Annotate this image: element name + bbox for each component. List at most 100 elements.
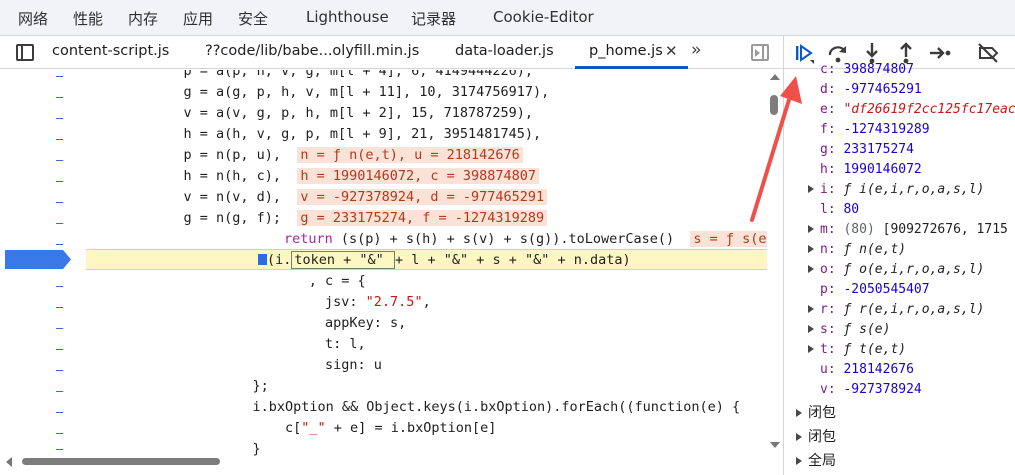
gutter-marker[interactable]: –: [56, 132, 63, 146]
expand-caret-icon[interactable]: [808, 265, 814, 273]
gutter-marker[interactable]: –: [56, 195, 63, 209]
inline-value: g = 233175274, f = -1274319289: [297, 210, 548, 226]
code-line: g = n(g, f); g = 233175274, f = -1274319…: [86, 208, 767, 229]
scope-variable-c[interactable]: c: 398874807: [820, 60, 914, 80]
file-tab-p-home[interactable]: p_home.js: [589, 43, 663, 59]
inline-value: s = ƒ s(e): [690, 231, 778, 247]
file-tab-content-script[interactable]: content-script.js: [52, 43, 169, 59]
scope-variable-l[interactable]: l: 80: [820, 200, 859, 220]
tab-security[interactable]: 安全: [238, 8, 268, 29]
deactivate-breakpoints-icon[interactable]: [976, 41, 1000, 65]
tab-cookie-editor[interactable]: Cookie-Editor: [493, 8, 594, 26]
tab-memory[interactable]: 内存: [128, 8, 158, 29]
file-tab-polyfill[interactable]: ??code/lib/babe...olyfill.min.js: [205, 43, 419, 59]
code-line: sign: u: [260, 357, 382, 373]
scope-variable-v[interactable]: v: -927378924: [820, 380, 922, 400]
expand-caret-icon[interactable]: [796, 433, 802, 441]
scope-variable-r[interactable]: r: ƒ r(e,i,r,o,a,s,l): [808, 300, 984, 320]
debugger-sidebar: c: 398874807 d: -977465291 e: "df26619f2…: [783, 36, 1015, 475]
scope-section-global[interactable]: 全局: [796, 450, 836, 472]
code-line: g = a(g, p, h, v, m[l + 11], 10, 3174756…: [86, 84, 550, 100]
code-line: p = a(p, h, v, g, m[l + 4], 6, 414944422…: [86, 70, 534, 79]
scroll-down-icon[interactable]: [770, 442, 780, 448]
more-tabs-icon[interactable]: ››: [691, 40, 701, 60]
code-line: }: [220, 441, 261, 457]
code-line: , c = {: [260, 273, 366, 289]
expand-caret-icon[interactable]: [808, 305, 814, 313]
step-icon[interactable]: [928, 41, 952, 65]
gutter-marker[interactable]: –: [56, 237, 63, 251]
scope-variable-s[interactable]: s: ƒ s(e): [808, 320, 890, 340]
tab-recorder[interactable]: 记录器: [411, 8, 456, 29]
scope-variable-u[interactable]: u: 218142676: [820, 360, 914, 380]
scope-variable-h[interactable]: h: 1990146072: [820, 160, 922, 180]
execution-line-marker[interactable]: [5, 250, 71, 269]
code-line: h = n(h, c), h = 1990146072, c = 3988748…: [86, 166, 767, 187]
scope-variable-i[interactable]: i: ƒ i(e,i,r,o,a,s,l): [808, 180, 984, 200]
inline-value: v = -927378924, d = -977465291: [297, 189, 548, 205]
code-line: jsv: "2.7.5",: [260, 294, 431, 310]
tab-application[interactable]: 应用: [183, 8, 213, 29]
inline-value: h = 1990146072, c = 398874807: [297, 168, 540, 184]
scope-variable-o[interactable]: o: ƒ o(e,i,r,o,a,s,l): [808, 260, 984, 280]
gutter-marker[interactable]: –: [56, 442, 63, 456]
gutter-marker[interactable]: –: [56, 321, 63, 335]
annotation-arrow-icon: [750, 76, 802, 222]
expand-caret-icon[interactable]: [796, 409, 802, 417]
gutter-marker[interactable]: –: [56, 90, 63, 104]
close-icon[interactable]: ✕: [665, 42, 678, 60]
expand-caret-icon[interactable]: [808, 345, 814, 353]
scope-variable-g[interactable]: g: 233175274: [820, 140, 914, 160]
line-gutter[interactable]: – – – – – – – – – – – – – – – – – –: [0, 70, 84, 475]
code-editor[interactable]: – – – – – – – – – – – – – – – – – – p = …: [0, 70, 783, 475]
tab-network[interactable]: 网络: [18, 8, 48, 29]
pause-location-icon: [258, 254, 267, 265]
code-line: t: l,: [260, 336, 366, 352]
expand-caret-icon[interactable]: [808, 245, 814, 253]
expand-caret-icon[interactable]: [808, 325, 814, 333]
editor-tab-strip: content-script.js ??code/lib/babe...olyf…: [0, 36, 783, 69]
code-line: v = n(v, d), v = -927378924, d = -977465…: [86, 187, 767, 208]
gutter-marker[interactable]: –: [56, 363, 63, 377]
gutter-marker[interactable]: –: [56, 384, 63, 398]
devtools-panel-tabs: 网络 性能 内存 应用 安全 Lighthouse 记录器 Cookie-Edi…: [0, 0, 1015, 36]
expand-caret-icon[interactable]: [796, 457, 802, 465]
active-tab-indicator: [575, 66, 688, 69]
tab-lighthouse[interactable]: Lighthouse: [306, 8, 389, 26]
scope-variable-p[interactable]: p: -2050545407: [820, 280, 930, 300]
scope-variable-t[interactable]: t: ƒ t(e,t): [808, 340, 906, 360]
scroll-left-icon[interactable]: [6, 457, 12, 467]
gutter-marker[interactable]: –: [56, 279, 63, 293]
file-tab-data-loader[interactable]: data-loader.js: [455, 43, 554, 59]
code-line: appKey: s,: [260, 315, 407, 331]
code-line: c["_" + e] = i.bxOption[e]: [220, 420, 497, 436]
debugger-sidebar-toggle-icon[interactable]: [751, 44, 769, 61]
gutter-marker[interactable]: –: [56, 111, 63, 125]
scope-section-closure[interactable]: 闭包: [796, 426, 836, 448]
gutter-marker[interactable]: –: [56, 342, 63, 356]
scope-variable-n[interactable]: n: ƒ n(e,t): [808, 240, 906, 260]
gutter-marker[interactable]: –: [56, 300, 63, 314]
code-line: i.bxOption && Object.keys(i.bxOption).fo…: [220, 399, 741, 415]
scope-variable-e[interactable]: e: "df26619f2cc125fc17eac: [820, 100, 1015, 120]
gutter-marker[interactable]: –: [56, 174, 63, 188]
code-line: p = n(p, u), n = ƒ n(e,t), u = 218142676: [86, 145, 767, 166]
code-line: return (s(p) + s(h) + s(v) + s(g)).toLow…: [284, 229, 778, 250]
token-expression[interactable]: token + "&": [291, 251, 395, 269]
scope-section-closure[interactable]: 闭包: [796, 402, 836, 424]
inline-value: n = ƒ n(e,t), u = 218142676: [297, 147, 523, 163]
gutter-marker[interactable]: –: [56, 153, 63, 167]
horizontal-scroll-thumb[interactable]: [22, 458, 220, 465]
code-line: v = a(v, g, p, h, m[l + 2], 15, 71878725…: [86, 105, 534, 121]
resume-icon[interactable]: [792, 41, 816, 65]
gutter-marker[interactable]: –: [56, 405, 63, 419]
gutter-marker[interactable]: –: [56, 426, 63, 440]
navigator-toggle-icon[interactable]: [16, 44, 34, 61]
gutter-marker[interactable]: –: [56, 216, 63, 230]
scope-variable-m[interactable]: m: (80) [909272676, 1715: [808, 220, 1008, 240]
scope-variable-f[interactable]: f: -1274319289: [820, 120, 930, 140]
gutter-marker[interactable]: –: [56, 70, 63, 83]
scope-variable-d[interactable]: d: -977465291: [820, 80, 922, 100]
tab-performance[interactable]: 性能: [73, 8, 103, 29]
paused-code-line: (i. token + "&" + l + "&" + s + "&" + n.d…: [258, 250, 767, 271]
